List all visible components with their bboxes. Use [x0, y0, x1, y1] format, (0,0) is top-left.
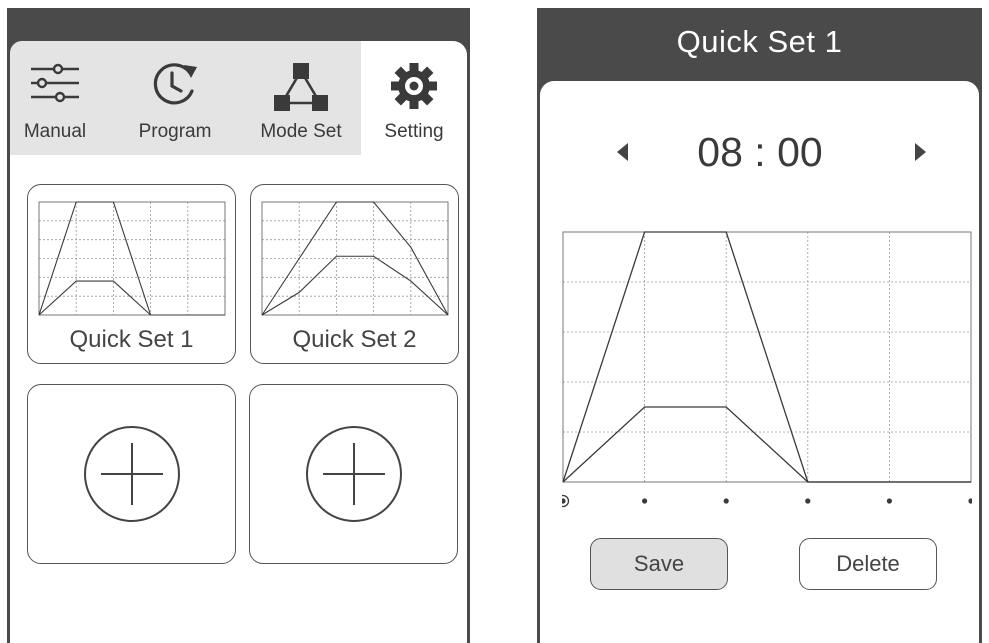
quick-set-2-label: Quick Set 2 [292, 326, 417, 353]
tab-program-label: Program [138, 121, 212, 142]
quick-set-1-label: Quick Set 1 [69, 326, 194, 353]
network-icon [274, 63, 328, 111]
home-screen: Manual Program Mode Set Setting Quick Se… [10, 41, 467, 643]
tab-mode-set[interactable]: Mode Set [246, 41, 356, 155]
prev-arrow-icon[interactable] [617, 143, 628, 161]
tab-manual[interactable]: Manual [10, 41, 100, 155]
next-arrow-icon[interactable] [915, 143, 926, 161]
time-display: 08 : 00 [697, 129, 823, 175]
sliders-icon [31, 63, 79, 103]
tab-mode-set-label: Mode Set [260, 121, 342, 142]
gear-icon [391, 63, 437, 109]
quick-set-2-thumb-chart [261, 201, 449, 316]
right-phone-frame: Quick Set 1 08 : 00 Save Delete [537, 8, 982, 643]
time-point[interactable] [886, 498, 892, 504]
save-button[interactable]: Save [590, 538, 728, 590]
tab-manual-label: Manual [23, 121, 87, 142]
left-phone-frame: Manual Program Mode Set Setting Quick Se… [7, 8, 470, 643]
page-title: Quick Set 1 [676, 24, 843, 59]
series-line-2 [38, 280, 225, 316]
tab-setting[interactable]: Setting [361, 41, 467, 155]
tab-program[interactable]: Program [120, 41, 230, 155]
quick-set-detail-screen: 08 : 00 Save Delete [540, 81, 979, 643]
quick-set-1-detail-chart[interactable] [562, 231, 972, 521]
time-point[interactable] [723, 498, 729, 504]
quick-set-2-card[interactable]: Quick Set 2 [250, 184, 459, 364]
add-circle-icon [306, 426, 402, 522]
add-quick-set-card[interactable] [27, 384, 236, 564]
clock-refresh-icon [153, 63, 197, 105]
tab-setting-label: Setting [384, 121, 444, 142]
time-point[interactable] [805, 498, 811, 504]
add-quick-set-card[interactable] [249, 384, 458, 564]
delete-button[interactable]: Delete [799, 538, 937, 590]
series-line-2 [562, 406, 971, 483]
quick-set-1-thumb-chart [38, 201, 226, 316]
quick-set-1-card[interactable]: Quick Set 1 [27, 184, 236, 364]
time-point[interactable] [642, 498, 648, 504]
add-circle-icon [84, 426, 180, 522]
time-point[interactable] [968, 498, 972, 504]
